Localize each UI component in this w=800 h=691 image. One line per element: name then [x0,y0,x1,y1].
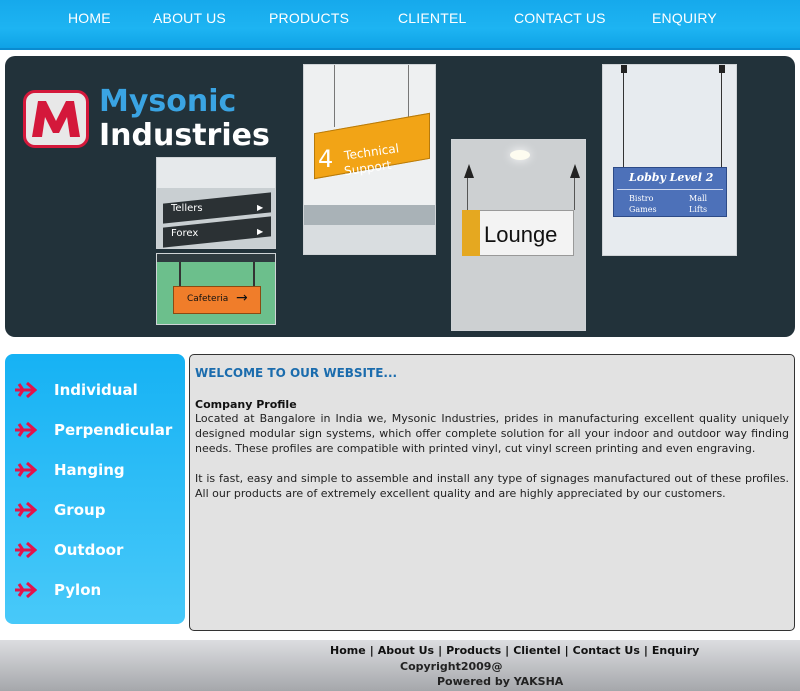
copyright-text: Copyright2009@ [400,660,503,673]
brand-name-line2: Industries [99,118,270,153]
footer-link-clientel[interactable]: Clientel [513,644,560,657]
sidebar-item-label: Perpendicular [54,421,173,439]
sidebar-item-label: Individual [54,381,138,399]
company-profile-heading: Company Profile [195,398,297,411]
footer-links: Home | About Us | Products | Clientel | Contact … [330,644,699,657]
powered-by-prefix: Powered by [437,675,510,688]
sidebar-item-individual[interactable]: Individual [13,377,183,403]
photo-tellers-forex: Tellers Forex ▶ ▶ [156,157,276,249]
footer-link-home[interactable]: Home [330,644,366,657]
arrow-right-icon: ▶ [257,227,264,236]
powered-by-name[interactable]: YAKSHA [514,675,564,688]
photo-lobby-level: Lobby Level 2 Bistro Mall Games Lifts [602,64,737,256]
sign-cafeteria-text: Cafeteria [187,294,229,304]
m-logo-icon [32,101,80,137]
sign-forex-text: Forex [171,228,199,239]
footer-link-enquiry[interactable]: Enquiry [652,644,699,657]
arrow-right-icon: ▶ [257,203,264,212]
page-footer: Home | About Us | Products | Clientel | Contact … [0,640,800,691]
nav-home[interactable]: HOME [68,10,111,26]
footer-link-contact-us[interactable]: Contact Us [573,644,640,657]
footer-separator: | [643,644,648,657]
footer-separator: | [369,644,374,657]
company-logo [23,90,89,148]
sign-lounge-text: Lounge [484,222,558,247]
sign-lobby-bistro: Bistro [629,194,654,203]
sidebar-item-outdoor[interactable]: Outdoor [13,537,183,563]
arrow-right-icon: → [236,290,248,306]
photo-cafeteria: Cafeteria → [156,253,276,325]
sidebar-item-pylon[interactable]: Pylon [13,577,183,603]
nav-about-us[interactable]: ABOUT US [153,10,226,26]
sidebar-item-perpendicular[interactable]: Perpendicular [13,417,183,443]
red-arrow-icon [15,581,37,599]
top-navigation: HOME ABOUT US PRODUCTS CLIENTEL CONTACT … [0,0,800,50]
product-sidebar: Individual Perpendicular Hanging Group O… [5,354,185,624]
footer-link-about-us[interactable]: About Us [378,644,434,657]
powered-by-text: Powered by YAKSHA [437,675,563,688]
sign-lobby-mall: Mall [689,194,708,203]
photo-technical-support: 4 Technical Support [303,64,436,255]
sidebar-item-label: Outdoor [54,541,124,559]
nav-enquiry[interactable]: ENQUIRY [652,10,717,26]
footer-separator: | [564,644,569,657]
sidebar-item-hanging[interactable]: Hanging [13,457,183,483]
sign-lobby-title: Lobby Level 2 [629,171,714,184]
footer-separator: | [438,644,443,657]
sidebar-item-label: Hanging [54,461,125,479]
welcome-heading: WELCOME TO OUR WEBSITE... [195,366,398,380]
main-content: WELCOME TO OUR WEBSITE... Company Profil… [189,354,795,631]
sign-tellers-text: Tellers [171,203,203,214]
sign-lobby-games: Games [629,205,657,214]
sign-tech-number: 4 [318,145,334,173]
profile-paragraph-1: Located at Bangalore in India we, Mysoni… [195,412,789,455]
red-arrow-icon [15,421,37,439]
footer-separator: | [505,644,510,657]
photo-lounge: Lounge [451,139,586,331]
sidebar-item-group[interactable]: Group [13,497,183,523]
nav-products[interactable]: PRODUCTS [269,10,349,26]
sidebar-item-label: Group [54,501,106,519]
nav-clientel[interactable]: CLIENTEL [398,10,467,26]
red-arrow-icon [15,501,37,519]
sidebar-item-label: Pylon [54,581,102,599]
footer-link-products[interactable]: Products [446,644,501,657]
brand-name-line1: Mysonic [99,84,237,119]
sign-lobby-lifts: Lifts [689,205,708,214]
red-arrow-icon [15,461,37,479]
nav-contact-us[interactable]: CONTACT US [514,10,606,26]
profile-paragraph-2: It is fast, easy and simple to assemble … [195,472,789,500]
red-arrow-icon [15,541,37,559]
red-arrow-icon [15,381,37,399]
header-banner: Mysonic Industries Tellers Forex ▶ ▶ Caf… [5,56,795,337]
